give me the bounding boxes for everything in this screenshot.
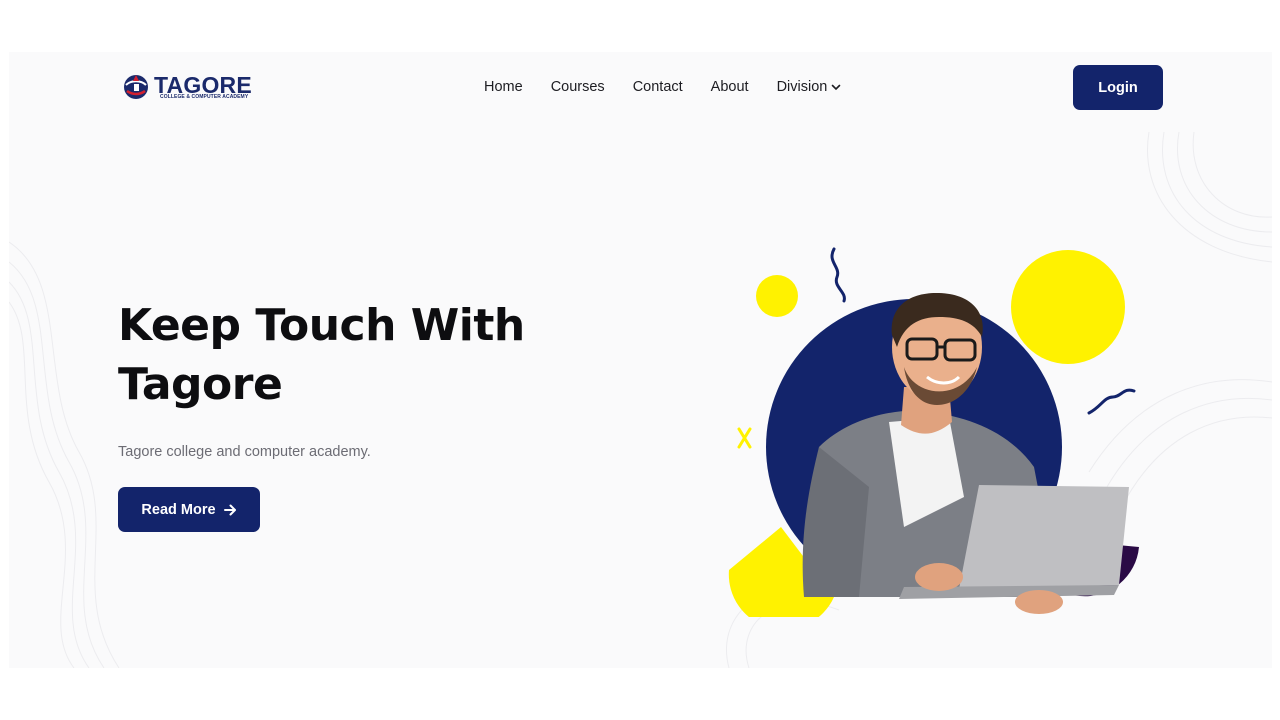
main-nav: Home Courses Contact About Division (484, 76, 841, 98)
nav-item-courses[interactable]: Courses (551, 79, 605, 95)
nav-item-contact[interactable]: Contact (633, 79, 683, 95)
nav-item-about[interactable]: About (711, 79, 749, 95)
hero-title-line2: Tagore (118, 359, 283, 410)
globe-book-logo-icon (124, 75, 148, 99)
hero-subtitle: Tagore college and computer academy. (118, 444, 371, 460)
read-more-button[interactable]: Read More (118, 487, 260, 532)
login-button[interactable]: Login (1073, 65, 1163, 110)
squiggle-right (1087, 388, 1136, 415)
laptop-screen-back (959, 485, 1129, 589)
hero-section: TAGORE COLLEGE & COMPUTER ACADEMY Home C… (9, 52, 1272, 668)
yellow-circle-small (756, 275, 798, 317)
nav-item-division[interactable]: Division (777, 79, 842, 95)
hero-title-line1: Keep Touch With (118, 300, 525, 351)
person-hand-right (1015, 590, 1063, 614)
yellow-x-mark (737, 427, 752, 449)
hero-title: Keep Touch With Tagore (118, 296, 598, 414)
yellow-circle-large (1011, 250, 1125, 364)
arrow-right-icon (223, 504, 236, 515)
student-with-laptop-illustration (728, 247, 1139, 617)
person-hand (915, 563, 963, 591)
nav-item-home[interactable]: Home (484, 79, 523, 95)
site-logo[interactable]: TAGORE COLLEGE & COMPUTER ACADEMY (122, 72, 257, 102)
squiggle-top (830, 247, 846, 303)
read-more-label: Read More (141, 501, 216, 518)
chevron-down-icon (832, 84, 841, 91)
nav-item-division-label: Division (776, 79, 828, 95)
logo-tagline: COLLEGE & COMPUTER ACADEMY (160, 94, 249, 100)
